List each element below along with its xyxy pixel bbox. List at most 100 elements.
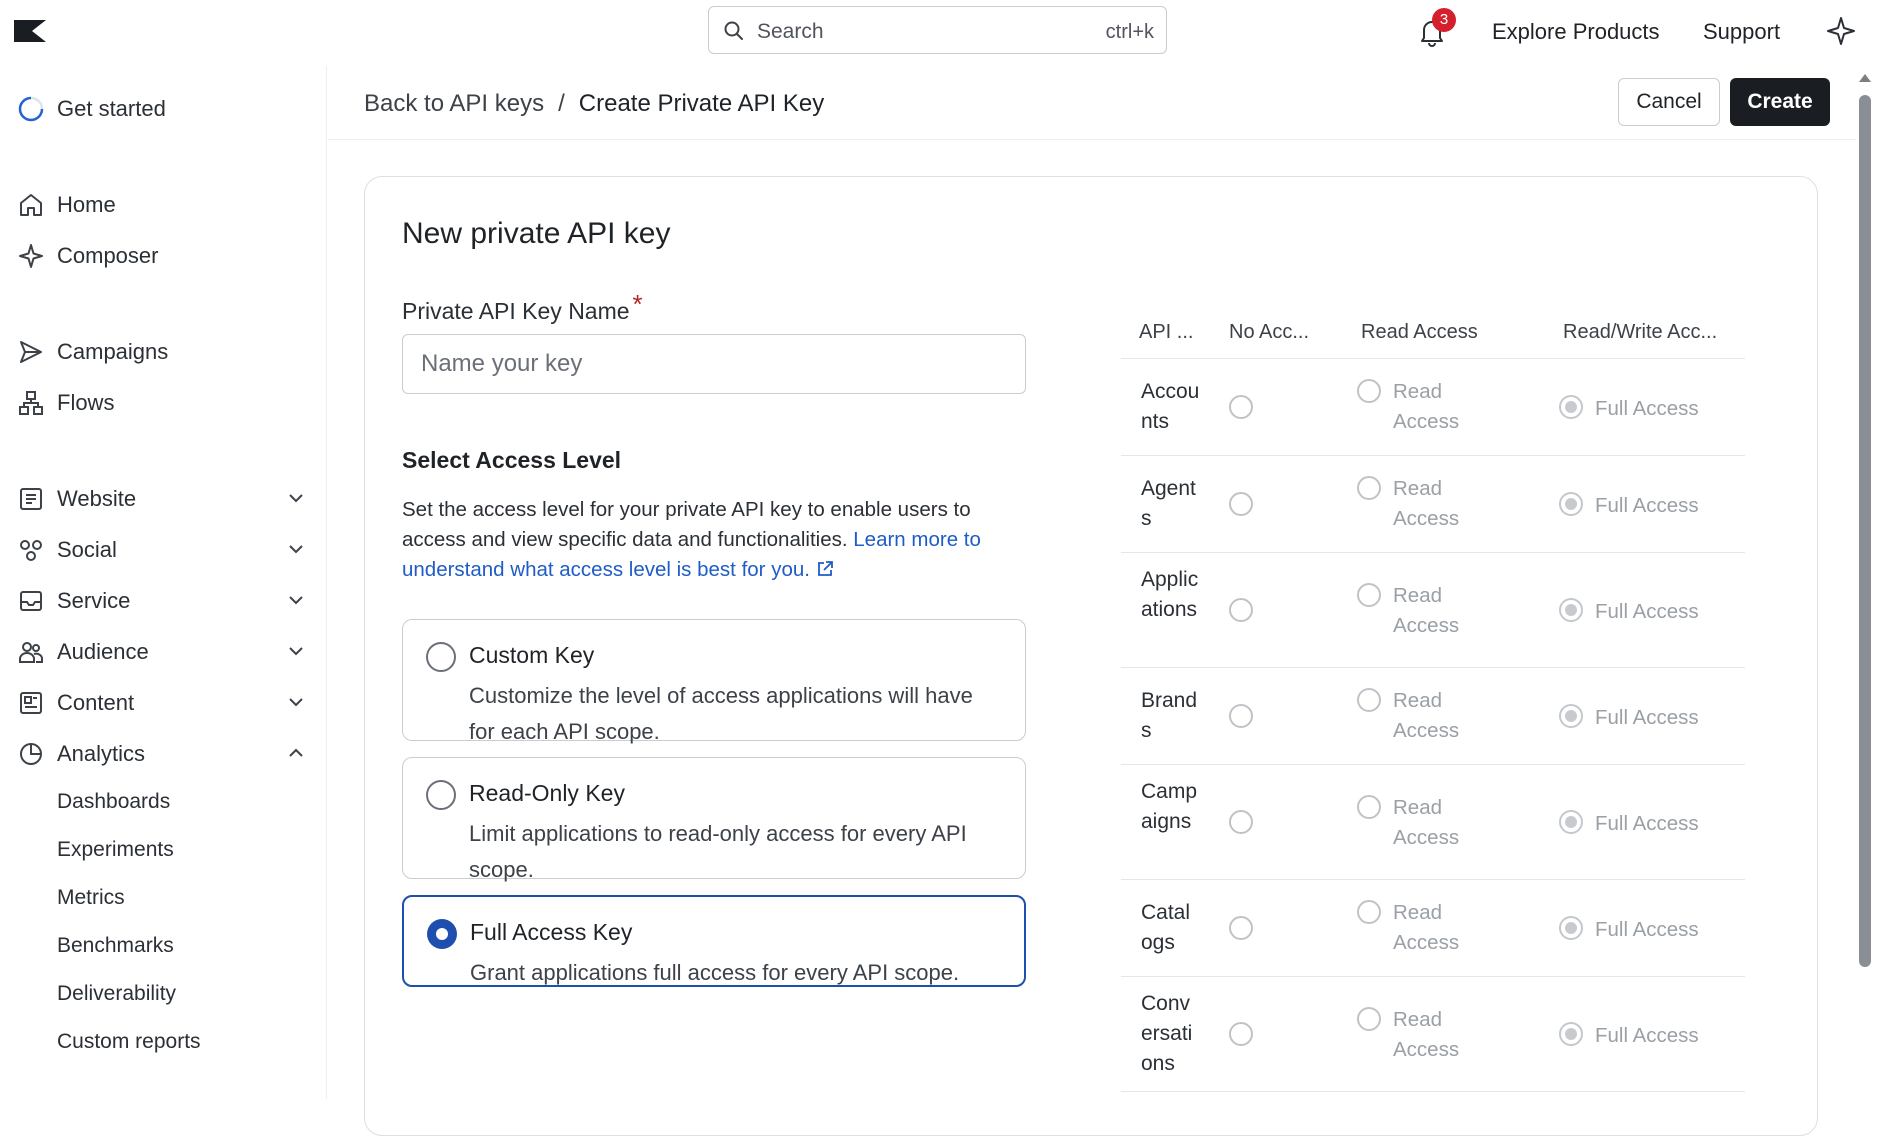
sidebar-subitem-experiments[interactable]: Experiments (57, 838, 174, 862)
option-description: Limit applications to read-only access f… (469, 821, 967, 882)
support-link[interactable]: Support (1703, 19, 1780, 45)
brand-logo-icon[interactable] (14, 20, 46, 42)
full-access-radio[interactable] (1559, 492, 1583, 516)
column-header-read-access: Read Access (1361, 321, 1478, 343)
no-access-radio[interactable] (1229, 492, 1253, 516)
read-access-label: Read Access (1393, 380, 1460, 433)
create-button[interactable]: Create (1730, 78, 1830, 126)
read-access-radio[interactable] (1357, 900, 1381, 924)
full-access-radio[interactable] (1559, 1022, 1583, 1046)
no-access-radio[interactable] (1229, 916, 1253, 940)
no-access-radio[interactable] (1229, 1022, 1253, 1046)
ai-sparkle-icon[interactable] (1826, 16, 1856, 46)
full-access-radio[interactable] (1559, 395, 1583, 419)
people-icon (16, 637, 46, 667)
sidebar-item-content[interactable]: Content (16, 683, 306, 723)
read-only-key-radio[interactable] (426, 780, 456, 810)
full-access-label: Full Access (1595, 706, 1699, 729)
option-custom-key[interactable]: Custom Key Customize the level of access… (402, 619, 1026, 744)
sidebar-item-website[interactable]: Website (16, 479, 306, 519)
read-access-label: Read Access (1393, 1008, 1460, 1061)
option-full-access-key[interactable]: Full Access Key Grant applications full … (402, 895, 1026, 987)
pie-chart-icon (16, 739, 46, 769)
page-scrollbar-thumb[interactable] (1859, 95, 1871, 967)
column-header-read-write-access: Read/Write Acc... (1563, 321, 1718, 343)
social-icon (16, 535, 46, 565)
full-access-radio[interactable] (1559, 704, 1583, 728)
sidebar-subitem-benchmarks[interactable]: Benchmarks (57, 934, 174, 958)
sidebar-item-composer[interactable]: Composer (16, 236, 306, 276)
sidebar-subitem-dashboards[interactable]: Dashboards (57, 790, 170, 814)
option-description: Customize the level of access applicatio… (469, 683, 973, 744)
sidebar-item-home[interactable]: Home (16, 185, 306, 225)
key-name-input[interactable] (402, 334, 1026, 394)
chevron-down-icon[interactable] (286, 590, 306, 610)
read-access-radio[interactable] (1357, 688, 1381, 712)
chevron-down-icon[interactable] (286, 692, 306, 712)
no-access-radio[interactable] (1229, 598, 1253, 622)
chevron-down-icon[interactable] (286, 488, 306, 508)
no-access-radio[interactable] (1229, 704, 1253, 728)
custom-key-radio[interactable] (426, 642, 456, 672)
option-read-only-key[interactable]: Read-Only Key Limit applications to read… (402, 757, 1026, 882)
read-access-radio[interactable] (1357, 795, 1381, 819)
external-link-icon[interactable] (816, 560, 834, 578)
scroll-up-arrow-icon[interactable] (1859, 74, 1871, 82)
no-access-radio[interactable] (1229, 395, 1253, 419)
sidebar-item-audience[interactable]: Audience (16, 632, 306, 672)
full-access-radio[interactable] (1559, 810, 1583, 834)
read-access-label: Read Access (1393, 901, 1460, 954)
no-access-radio[interactable] (1229, 810, 1253, 834)
read-access-radio[interactable] (1357, 476, 1381, 500)
sidebar-subitem-deliverability[interactable]: Deliverability (57, 982, 176, 1006)
sidebar-item-label: Service (57, 588, 131, 613)
sidebar-item-label: Flows (57, 390, 115, 415)
form-title: New private API key (402, 217, 671, 250)
flows-icon (16, 388, 46, 418)
table-row: Applications Read Access Full Access (1121, 553, 1745, 668)
explore-products-link[interactable]: Explore Products (1492, 19, 1660, 45)
back-to-api-keys-link[interactable]: Back to API keys (364, 90, 544, 118)
notification-count-badge: 3 (1432, 8, 1456, 32)
read-access-radio[interactable] (1357, 1007, 1381, 1031)
sidebar-item-get-started[interactable]: Get started (16, 89, 306, 129)
chevron-up-icon[interactable] (286, 743, 306, 763)
scope-name: Conversations (1141, 992, 1193, 1075)
key-name-label-text: Private API Key Name (402, 298, 630, 324)
access-level-description: Set the access level for your private AP… (402, 495, 1012, 585)
progress-ring-icon (16, 94, 46, 124)
sidebar-subitem-metrics[interactable]: Metrics (57, 886, 125, 910)
sidebar-item-label: Website (57, 486, 137, 511)
cancel-button[interactable]: Cancel (1618, 78, 1720, 126)
sidebar-item-label: Campaigns (57, 339, 169, 364)
sidebar-item-flows[interactable]: Flows (16, 383, 306, 423)
sidebar-item-service[interactable]: Service (16, 581, 306, 621)
table-row: Accounts Read Access Full Access (1121, 359, 1745, 456)
chevron-down-icon[interactable] (286, 539, 306, 559)
table-row: Brands Read Access Full Access (1121, 668, 1745, 765)
full-access-radio[interactable] (1559, 916, 1583, 940)
full-access-label: Full Access (1595, 1024, 1699, 1047)
chevron-down-icon[interactable] (286, 641, 306, 661)
sidebar-item-social[interactable]: Social (16, 530, 306, 570)
full-access-key-radio[interactable] (427, 919, 457, 949)
table-header: API ... No Acc... Read Access Read/Write… (1121, 307, 1745, 359)
read-access-label: Read Access (1393, 477, 1460, 530)
search-box[interactable]: Search ctrl+k (708, 6, 1167, 54)
table-row: Campaigns Read Access Full Access (1121, 765, 1745, 880)
sidebar-item-label: Composer (57, 243, 159, 268)
sidebar-subitem-custom-reports[interactable]: Custom reports (57, 1030, 201, 1054)
full-access-label: Full Access (1595, 918, 1699, 941)
full-access-radio[interactable] (1559, 598, 1583, 622)
sidebar-item-analytics[interactable]: Analytics (16, 734, 306, 774)
read-access-radio[interactable] (1357, 379, 1381, 403)
full-access-label: Full Access (1595, 812, 1699, 835)
breadcrumb: Back to API keys / Create Private API Ke… (364, 90, 824, 118)
scope-name: Catalogs (1141, 901, 1191, 954)
column-header-no-access: No Acc... (1229, 321, 1310, 343)
sidebar-item-label: Analytics (57, 741, 146, 766)
page-header: Back to API keys / Create Private API Ke… (328, 66, 1856, 140)
sidebar-item-campaigns[interactable]: Campaigns (16, 332, 306, 372)
read-access-radio[interactable] (1357, 583, 1381, 607)
required-asterisk: * (632, 289, 643, 319)
